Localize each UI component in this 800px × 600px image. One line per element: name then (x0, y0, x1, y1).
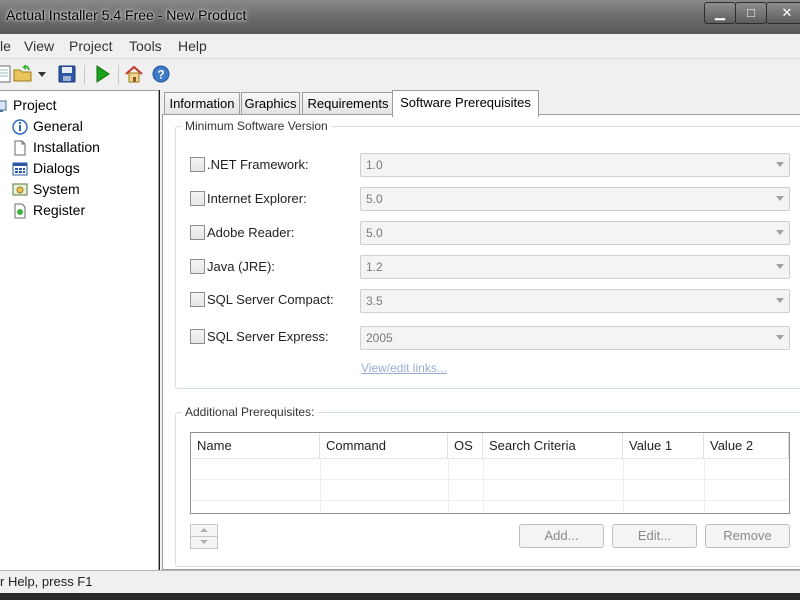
new-icon[interactable] (0, 64, 14, 84)
label-ie: Internet Explorer: (207, 191, 307, 206)
tab-page: Minimum Software Version .NET Framework:… (162, 114, 800, 570)
column-header-value1[interactable]: Value 1 (623, 433, 704, 459)
maximize-button[interactable]: □ (735, 2, 767, 24)
column-divider (320, 459, 321, 513)
home-icon[interactable] (124, 64, 144, 84)
add-button[interactable]: Add... (519, 524, 604, 548)
tree-item-label: Project (13, 97, 57, 113)
taskbar-edge (0, 593, 800, 600)
chevron-down-icon (776, 264, 784, 269)
tree-item-label: Register (33, 202, 86, 218)
combo-value: 1.0 (366, 158, 383, 172)
chevron-down-icon (776, 162, 784, 167)
register-icon (14, 203, 26, 219)
chevron-down-icon (776, 230, 784, 235)
menu-tools[interactable]: Tools (129, 38, 162, 54)
arrow-up-icon (200, 528, 208, 532)
column-header-search-criteria[interactable]: Search Criteria (483, 433, 623, 459)
close-button[interactable]: ✕ (766, 2, 800, 24)
project-icon (0, 100, 7, 112)
move-down-button[interactable] (190, 536, 218, 549)
checkbox-ie[interactable] (190, 191, 205, 206)
tree-item-label: System (33, 181, 80, 197)
arrow-down-icon (200, 540, 208, 544)
menu-view[interactable]: View (24, 38, 54, 54)
menu-file[interactable]: le (0, 38, 11, 54)
combo-dotnet-version[interactable]: 1.0 (360, 153, 790, 177)
combo-java-version[interactable]: 1.2 (360, 255, 790, 279)
checkbox-dotnet[interactable] (190, 157, 205, 172)
table-row (191, 459, 789, 480)
chevron-down-icon (776, 196, 784, 201)
label-sql-express: SQL Server Express: (207, 329, 329, 344)
toolbar: ? (0, 59, 800, 90)
tree-item-label: Dialogs (33, 160, 80, 176)
checkbox-adobe[interactable] (190, 225, 205, 240)
chevron-down-icon (776, 298, 784, 303)
combo-value: 5.0 (366, 226, 383, 240)
combo-value: 2005 (366, 331, 393, 345)
combo-ie-version[interactable]: 5.0 (360, 187, 790, 211)
column-header-os[interactable]: OS (448, 433, 483, 459)
dropdown-arrow-icon[interactable] (36, 64, 48, 84)
label-java: Java (JRE): (207, 259, 275, 274)
remove-button[interactable]: Remove (705, 524, 790, 548)
status-bar: r Help, press F1 (0, 570, 800, 593)
menu-project[interactable]: Project (69, 38, 113, 54)
save-icon[interactable] (57, 64, 77, 84)
checkbox-sql-compact[interactable] (190, 292, 205, 307)
prerequisites-table: Name Command OS Search Criteria Value 1 … (190, 432, 790, 514)
tab-information[interactable]: Information (164, 92, 240, 115)
minimize-button[interactable]: ▁ (704, 2, 736, 24)
system-icon (12, 183, 28, 196)
combo-adobe-version[interactable]: 5.0 (360, 221, 790, 245)
column-header-name[interactable]: Name (191, 433, 320, 459)
column-divider (704, 459, 705, 513)
group-title: Minimum Software Version (185, 119, 328, 133)
status-text: r Help, press F1 (0, 574, 93, 589)
main-panel: Information Graphics Requirements Softwa… (160, 90, 800, 570)
info-icon (12, 119, 28, 135)
svg-text:?: ? (157, 68, 164, 82)
tab-graphics[interactable]: Graphics (241, 92, 300, 115)
checkbox-java[interactable] (190, 259, 205, 274)
toolbar-separator (118, 65, 119, 85)
column-header-command[interactable]: Command (320, 433, 448, 459)
tab-software-prerequisites[interactable]: Software Prerequisites (392, 90, 539, 117)
combo-sql-express-version[interactable]: 2005 (360, 326, 790, 350)
label-adobe: Adobe Reader: (207, 225, 295, 240)
group-title: Additional Prerequisites: (185, 405, 315, 419)
tree-item-label: Installation (33, 139, 100, 155)
combo-value: 1.2 (366, 260, 383, 274)
dialogs-icon (12, 162, 28, 176)
column-divider (623, 459, 624, 513)
edit-button[interactable]: Edit... (612, 524, 697, 548)
column-header-value2[interactable]: Value 2 (704, 433, 789, 459)
combo-value: 5.0 (366, 192, 383, 206)
tree-item-label: General (33, 118, 83, 134)
toolbar-separator (84, 65, 85, 85)
chevron-down-icon (776, 335, 784, 340)
column-divider (483, 459, 484, 513)
combo-sql-compact-version[interactable]: 3.5 (360, 289, 790, 313)
view-edit-links[interactable]: View/edit links... (361, 361, 447, 375)
run-icon[interactable] (92, 64, 112, 84)
project-tree: Project General Installation Dialogs Sys… (0, 90, 159, 571)
menu-bar: le View Project Tools Help (0, 34, 800, 59)
checkbox-sql-express[interactable] (190, 329, 205, 344)
table-row (191, 480, 789, 501)
title-bar: Actual Installer 5.4 Free - New Product … (0, 0, 800, 34)
combo-value: 3.5 (366, 294, 383, 308)
label-sql-compact: SQL Server Compact: (207, 292, 334, 307)
help-icon[interactable]: ? (152, 65, 170, 83)
open-folder-icon[interactable] (13, 64, 33, 84)
label-dotnet: .NET Framework: (207, 157, 309, 172)
menu-help[interactable]: Help (178, 38, 207, 54)
table-row (191, 501, 789, 513)
tab-requirements[interactable]: Requirements (302, 92, 394, 115)
window-title: Actual Installer 5.4 Free - New Product (6, 7, 247, 23)
document-icon (14, 140, 26, 156)
column-divider (448, 459, 449, 513)
